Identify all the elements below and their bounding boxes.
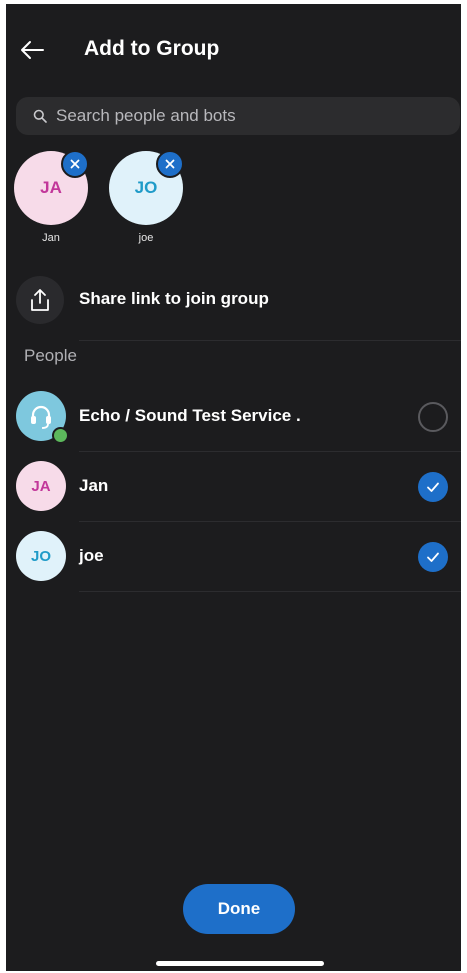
chip-name: joe bbox=[138, 232, 154, 244]
selected-chip-jan[interactable]: JA Jan bbox=[6, 150, 96, 247]
person-name: joe bbox=[79, 546, 104, 565]
arrow-left-icon bbox=[21, 41, 44, 59]
avatar-initials: JO bbox=[134, 178, 158, 197]
header: Add to Group bbox=[6, 4, 461, 90]
remove-selected-button[interactable] bbox=[156, 150, 184, 178]
search-icon bbox=[32, 108, 48, 124]
divider bbox=[79, 591, 461, 592]
page-title: Add to Group bbox=[84, 37, 220, 60]
person-row-jan[interactable]: JA Jan bbox=[6, 455, 461, 517]
select-checkbox[interactable] bbox=[418, 472, 448, 502]
share-icon-button bbox=[16, 276, 64, 324]
select-checkbox[interactable] bbox=[418, 402, 448, 432]
checkmark-icon bbox=[427, 552, 439, 562]
online-status-dot bbox=[52, 427, 69, 444]
share-link-row[interactable]: Share link to join group bbox=[6, 273, 461, 325]
avatar-initials: JO bbox=[30, 547, 51, 565]
person-name: Jan bbox=[79, 476, 109, 495]
divider bbox=[79, 340, 461, 341]
avatar-initials: JA bbox=[31, 477, 51, 495]
person-row-echo[interactable]: Echo / Sound Test Service . bbox=[6, 385, 461, 447]
select-checkbox[interactable] bbox=[418, 542, 448, 572]
headset-icon bbox=[31, 405, 51, 429]
back-button[interactable] bbox=[16, 34, 48, 66]
search-bar[interactable] bbox=[16, 97, 460, 135]
section-heading-people: People bbox=[24, 346, 77, 365]
share-icon bbox=[31, 289, 49, 311]
home-indicator bbox=[156, 961, 324, 966]
close-icon bbox=[165, 159, 175, 169]
done-button[interactable]: Done bbox=[183, 884, 295, 934]
share-link-label: Share link to join group bbox=[79, 289, 269, 308]
person-name: Echo / Sound Test Service . bbox=[79, 406, 301, 425]
chip-name: Jan bbox=[42, 232, 60, 244]
divider bbox=[79, 521, 461, 522]
divider bbox=[79, 451, 461, 452]
avatar: JA bbox=[16, 461, 66, 511]
phone-screen: Add to Group JA Jan JO joe bbox=[6, 4, 461, 971]
close-icon bbox=[70, 159, 80, 169]
selected-chip-joe[interactable]: JO joe bbox=[101, 150, 191, 247]
avatar: JO bbox=[16, 531, 66, 581]
avatar-initials: JA bbox=[40, 178, 62, 197]
person-row-joe[interactable]: JO joe bbox=[6, 525, 461, 587]
remove-selected-button[interactable] bbox=[61, 150, 89, 178]
checkmark-icon bbox=[427, 482, 439, 492]
search-input[interactable] bbox=[56, 106, 460, 126]
